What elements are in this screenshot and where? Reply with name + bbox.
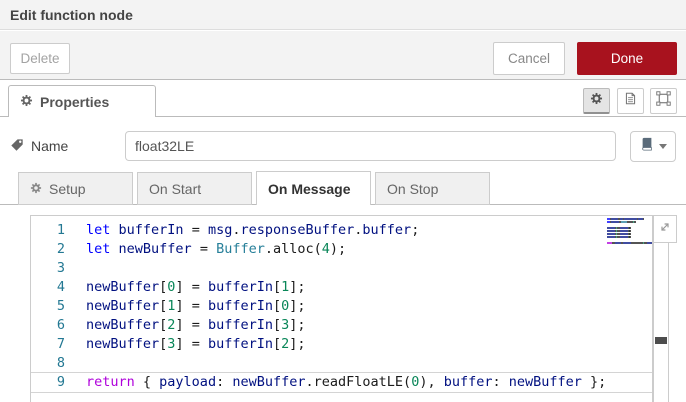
gear-icon [30,181,42,197]
tab-on-start[interactable]: On Start [137,172,252,205]
code-line[interactable]: 1 let bufferIn = msg.responseBuffer.buffe… [31,221,652,240]
code-line[interactable]: 3 [31,259,652,278]
tab-label: On Start [149,180,202,197]
line-number: 7 [56,336,65,352]
tab-label: On Message [268,180,351,197]
code-line[interactable]: 4 newBuffer[0] = bufferIn[1]; [31,278,652,297]
code-text: return { payload: newBuffer.readFloatLE(… [86,374,607,390]
tab-on-stop[interactable]: On Stop [375,172,490,205]
code-text: newBuffer[2] = bufferIn[3]; [86,317,306,333]
chevron-down-icon [658,144,667,149]
tag-icon [10,138,24,155]
line-number: 1 [56,222,65,238]
code-text: let newBuffer = Buffer.alloc(4); [86,241,347,257]
expand-icon [659,220,671,238]
code-lines: 1 let bufferIn = msg.responseBuffer.buffe… [31,221,652,393]
name-field-label: Name [10,131,68,161]
line-number: 3 [56,260,65,276]
editor-scrollbar[interactable] [653,243,669,402]
delete-button[interactable]: Delete [10,43,70,74]
appearance-icon [656,91,671,111]
scrollbar-thumb[interactable] [655,337,667,344]
tab-on-message[interactable]: On Message [256,171,371,205]
document-icon [624,91,637,111]
editor-minimap[interactable] [607,218,652,245]
appearance-view-button[interactable] [650,88,677,114]
line-number: 2 [56,241,65,257]
code-text: newBuffer[3] = bufferIn[2]; [86,336,306,352]
properties-tab-label: Properties [40,93,110,110]
tab-label: On Stop [387,180,439,197]
library-button[interactable] [630,131,676,162]
gear-icon [20,94,33,110]
code-line[interactable]: 5 newBuffer[1] = bufferIn[0]; [31,297,652,316]
done-button[interactable]: Done [577,42,677,75]
code-text: newBuffer[0] = bufferIn[1]; [86,279,306,295]
cancel-button[interactable]: Cancel [493,42,565,75]
tab-setup[interactable]: Setup [18,172,133,205]
code-line[interactable]: 9 return { payload: newBuffer.readFloatLE… [31,372,652,393]
line-number: 6 [56,317,65,333]
book-icon [640,137,654,156]
dialog-button-row: Delete Cancel Done [0,31,686,80]
code-line[interactable]: 2 let newBuffer = Buffer.alloc(4); [31,240,652,259]
code-text: newBuffer[1] = bufferIn[0]; [86,298,306,314]
name-input[interactable] [125,131,616,161]
code-line[interactable]: 7 newBuffer[3] = bufferIn[2]; [31,335,652,354]
line-number: 8 [56,355,65,371]
expand-editor-button[interactable] [653,215,677,243]
dialog-title: Edit function node [0,0,686,30]
code-text: let bufferIn = msg.responseBuffer.buffer… [86,222,420,238]
code-editor[interactable]: 1 let bufferIn = msg.responseBuffer.buffe… [30,215,653,402]
line-number: 9 [56,374,65,390]
line-number: 5 [56,298,65,314]
properties-view-button[interactable] [583,88,610,114]
description-view-button[interactable] [617,88,644,114]
line-number: 4 [56,279,65,295]
gear-icon [590,92,603,110]
code-line[interactable]: 8 [31,354,652,373]
tab-properties[interactable]: Properties [8,85,156,117]
tab-label: Setup [49,180,86,197]
name-label-text: Name [31,138,69,154]
code-line[interactable]: 6 newBuffer[2] = bufferIn[3]; [31,316,652,335]
